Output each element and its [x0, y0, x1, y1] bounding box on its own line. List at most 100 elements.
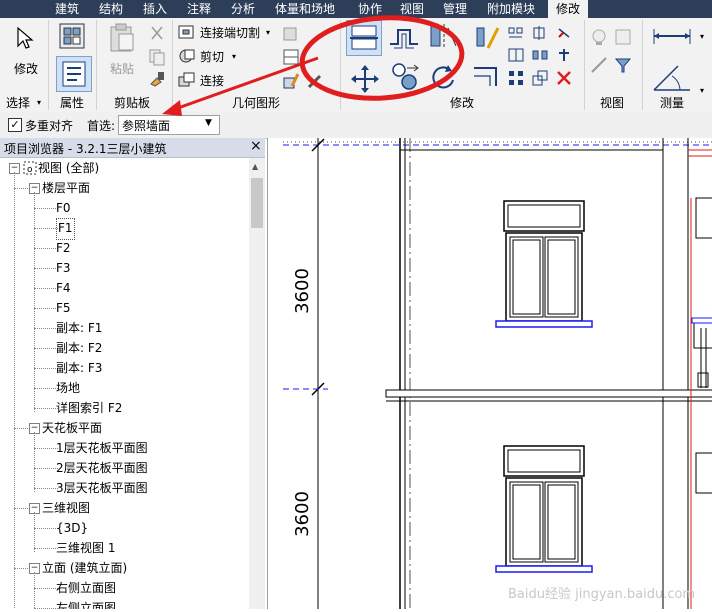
wall-joins-icon[interactable]: [282, 24, 300, 45]
cut-geometry-icon[interactable]: [178, 48, 196, 67]
delete-icon[interactable]: [556, 70, 572, 89]
mirror-draw-axis-icon[interactable]: [474, 24, 500, 53]
browser-item[interactable]: 1层天花板平面图: [56, 438, 148, 458]
scroll-up-icon[interactable]: ▲: [252, 162, 258, 171]
tab-addins[interactable]: 附加模块: [487, 0, 535, 18]
hide-element-icon[interactable]: [590, 28, 608, 49]
browser-item[interactable]: 楼层平面: [42, 178, 90, 198]
chevron-down-icon: ▼: [205, 118, 212, 128]
browser-item[interactable]: 立面 (建筑立面): [42, 558, 127, 578]
browser-item[interactable]: 右侧立面图: [56, 578, 116, 598]
scrollbar-thumb[interactable]: [251, 178, 263, 228]
browser-item[interactable]: F0: [56, 198, 71, 218]
paste-icon[interactable]: [108, 22, 136, 57]
drawing-canvas[interactable]: 3600 3600 Baidu经验 jingyan.baidu.com: [267, 138, 712, 609]
browser-item[interactable]: F1: [56, 218, 75, 240]
prefer-select[interactable]: 参照墙面 ▼: [118, 115, 220, 135]
browser-item[interactable]: 详图索引 F2: [56, 398, 122, 418]
dropdown-arrow-icon[interactable]: ▾: [266, 28, 270, 37]
tab-analyze[interactable]: 分析: [231, 0, 255, 18]
trim-multiple-icon[interactable]: [532, 26, 548, 43]
split-element-icon[interactable]: [508, 48, 524, 65]
type-properties-icon[interactable]: [58, 22, 86, 53]
tab-massing-site[interactable]: 体量和场地: [275, 0, 335, 18]
window-upper[interactable]: [495, 200, 593, 328]
browser-item[interactable]: 3层天花板平面图: [56, 478, 148, 498]
join-geometry-icon[interactable]: [178, 72, 196, 91]
tree-connector: [34, 548, 58, 549]
browser-item[interactable]: 天花板平面: [42, 418, 102, 438]
dropdown-arrow-icon[interactable]: ▾: [700, 86, 704, 95]
browser-item[interactable]: 视图 (全部): [38, 158, 99, 178]
dropdown-arrow-icon[interactable]: ▾: [700, 32, 704, 41]
browser-item[interactable]: F2: [56, 238, 71, 258]
browser-item[interactable]: F3: [56, 258, 71, 278]
browser-item[interactable]: 2层天花板平面图: [56, 458, 148, 478]
offset-icon[interactable]: [388, 22, 420, 53]
align-button[interactable]: [346, 20, 382, 56]
window-lower[interactable]: [495, 445, 593, 573]
window-right-partial[interactable]: [691, 197, 712, 494]
tab-annotate[interactable]: 注释: [187, 0, 211, 18]
tab-structure[interactable]: 结构: [99, 0, 123, 18]
paste-button[interactable]: 粘贴: [110, 60, 134, 77]
cut-scissors-icon[interactable]: [148, 24, 166, 45]
dropdown-arrow-icon[interactable]: ▾: [37, 98, 41, 107]
browser-item[interactable]: F4: [56, 278, 71, 298]
measure-distance-icon[interactable]: [650, 26, 694, 51]
browser-item[interactable]: 副本: F1: [56, 318, 102, 338]
pin-icon[interactable]: [556, 48, 572, 65]
floor-slab[interactable]: [385, 389, 712, 398]
mirror-pick-axis-icon[interactable]: [428, 22, 458, 53]
cut-geometry-button[interactable]: 剪切: [200, 48, 224, 65]
move-icon[interactable]: [350, 64, 380, 97]
browser-item[interactable]: 三维视图 1: [56, 538, 115, 558]
trim-extend-icon[interactable]: [470, 58, 500, 93]
tab-modify[interactable]: 修改: [548, 0, 588, 18]
join-cut-icon[interactable]: [178, 24, 196, 43]
properties-button[interactable]: [56, 56, 92, 92]
tab-architecture[interactable]: 建筑: [55, 0, 79, 18]
filter-icon[interactable]: [614, 56, 632, 77]
ribbon-tab-bar: 建筑 结构 插入 注释 分析 体量和场地 协作 视图 管理 附加模块 修改: [0, 0, 712, 18]
split-face-icon[interactable]: [282, 48, 300, 69]
close-icon[interactable]: ×: [250, 138, 262, 154]
tab-collaborate[interactable]: 协作: [358, 0, 382, 18]
paint-icon[interactable]: [282, 72, 300, 93]
browser-item[interactable]: 副本: F3: [56, 358, 102, 378]
modify-button[interactable]: 修改: [14, 60, 38, 77]
modify-cursor-icon[interactable]: [16, 26, 34, 53]
copy-elements-icon[interactable]: [390, 60, 420, 95]
scale-icon[interactable]: [532, 70, 548, 89]
trim-single-icon[interactable]: [508, 26, 524, 43]
dropdown-arrow-icon[interactable]: ▾: [232, 52, 236, 61]
split-gap-icon[interactable]: [532, 48, 548, 65]
join-cut-button[interactable]: 连接端切割: [200, 24, 260, 41]
copy-icon[interactable]: [148, 48, 166, 69]
browser-item[interactable]: 左侧立面图: [56, 598, 116, 609]
browser-item[interactable]: 副本: F2: [56, 338, 102, 358]
multi-align-checkbox[interactable]: ✓: [8, 118, 22, 132]
browser-scrollbar[interactable]: ▲: [249, 158, 265, 609]
tab-view[interactable]: 视图: [400, 0, 424, 18]
browser-item[interactable]: 场地: [56, 378, 80, 398]
rotate-icon[interactable]: [428, 62, 458, 95]
tree-connector: [34, 288, 58, 289]
match-properties-icon[interactable]: [148, 70, 166, 91]
browser-item[interactable]: 三维视图: [42, 498, 90, 518]
angular-dimension-icon[interactable]: [650, 64, 694, 97]
browser-item[interactable]: {3D}: [56, 518, 88, 538]
demolish-icon[interactable]: [306, 72, 324, 93]
project-browser-title: 项目浏览器 - 3.2.1三层小建筑: [4, 142, 167, 156]
tree-connector: [34, 228, 58, 229]
override-graphics-icon[interactable]: [614, 28, 632, 49]
tab-manage[interactable]: 管理: [443, 0, 467, 18]
array-icon[interactable]: [508, 70, 524, 89]
watermark-text: Baidu经验 jingyan.baidu.com: [508, 586, 695, 602]
unpin-icon[interactable]: [556, 26, 572, 43]
tree-guide: [14, 172, 15, 609]
join-geometry-button[interactable]: 连接: [200, 72, 224, 89]
browser-item[interactable]: F5: [56, 298, 71, 318]
linework-icon[interactable]: [590, 56, 608, 77]
tab-insert[interactable]: 插入: [143, 0, 167, 18]
